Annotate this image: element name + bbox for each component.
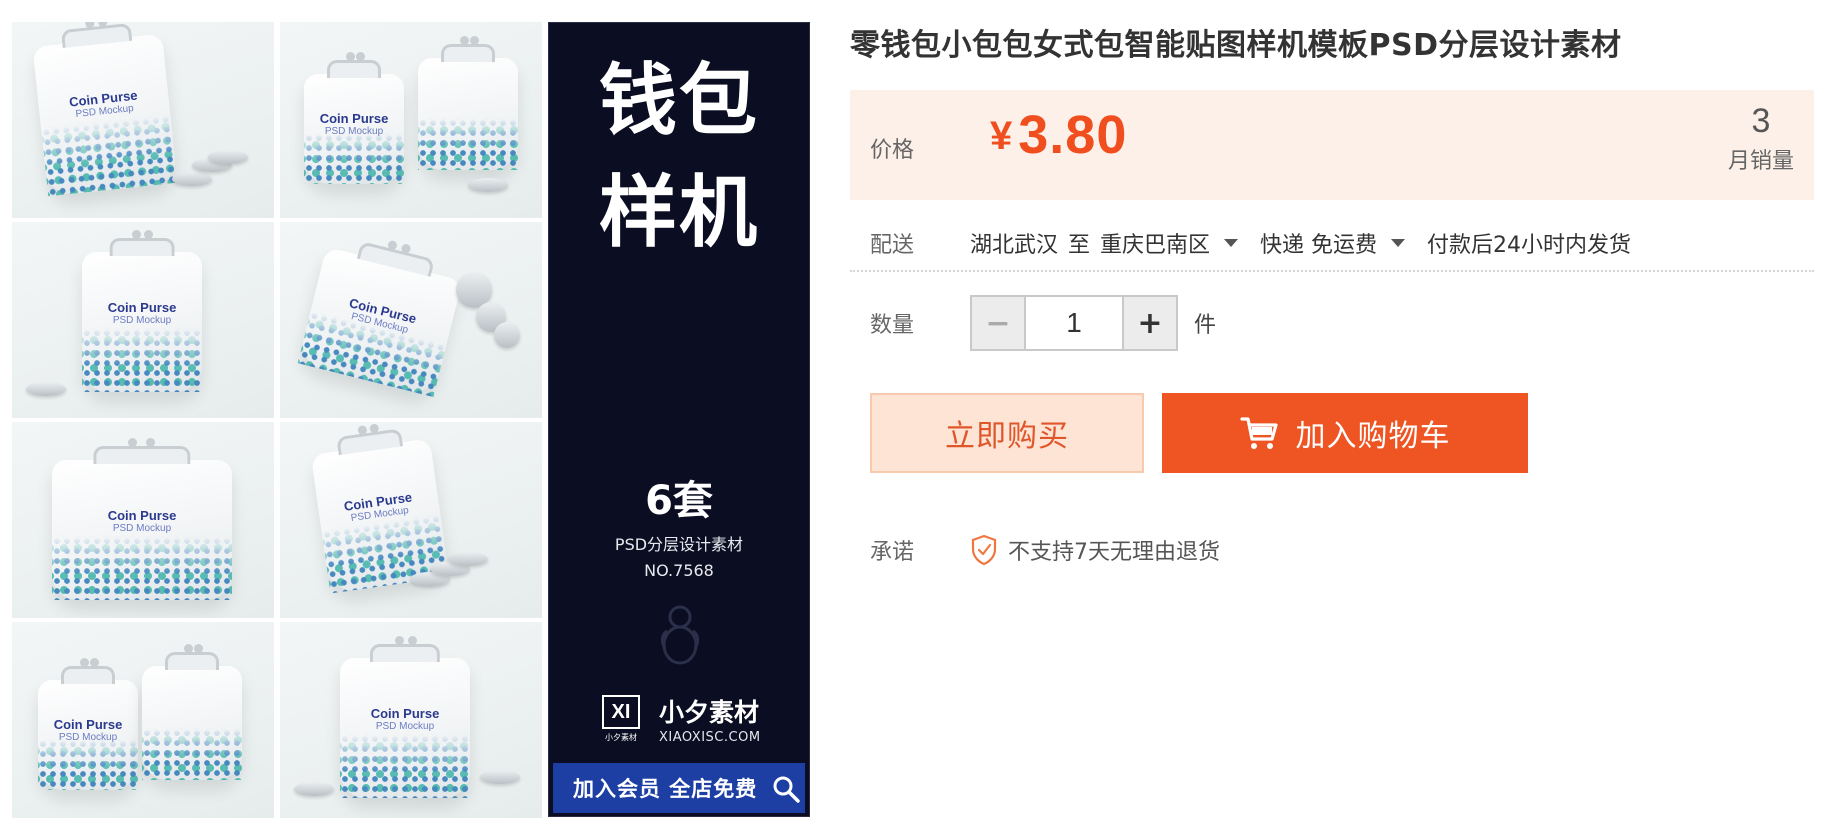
promo-banner[interactable]: 钱包 样机 6套 PSD分层设计素材 NO.7568 XI 小夕素材 小夕素材 … — [548, 22, 810, 817]
thumb-label: Coin Purse — [107, 299, 177, 315]
ship-to-word: 至 — [1068, 233, 1091, 258]
add-to-cart-label: 加入购物车 — [1295, 419, 1451, 454]
banner-sets: 6套 — [645, 478, 713, 524]
thumb-sublabel: PSD Mockup — [58, 732, 118, 744]
price-value: ¥3.80 — [990, 104, 1127, 166]
thumb-sublabel: PSD Mockup — [324, 126, 384, 138]
thumb-label: Coin Purse — [370, 705, 440, 721]
monthly-sales-label: 月销量 — [1727, 149, 1794, 174]
shipping-method-value: 快递 免运费 — [1260, 233, 1378, 258]
thumbnail-7[interactable]: Coin Purse PSD Mockup — [12, 622, 274, 818]
brand-name: 小夕素材 — [659, 697, 760, 727]
brand-block: XI 小夕素材 小夕素材 XIAOXISC.COM — [599, 695, 761, 747]
thumbnail-5[interactable]: Coin Purse PSD Mockup — [12, 422, 274, 618]
promise-label: 承诺 — [870, 540, 915, 565]
shield-check-icon — [971, 534, 997, 566]
thumb-label: Coin Purse — [107, 507, 177, 523]
banner-subtitle: PSD分层设计素材 — [614, 535, 744, 554]
decrease-button[interactable]: − — [972, 297, 1026, 349]
thumb-label: Coin Purse — [319, 111, 389, 127]
banner-code: NO.7568 — [644, 561, 714, 580]
add-to-cart-button[interactable]: 加入购物车 — [1162, 393, 1528, 473]
currency-symbol: ¥ — [990, 114, 1013, 158]
price-label: 价格 — [870, 138, 915, 163]
quantity-unit: 件 — [1194, 313, 1217, 338]
mascot-icon — [660, 605, 700, 665]
monthly-sales-count: 3 — [1751, 102, 1771, 140]
banner-headline: 钱包 样机 — [598, 56, 759, 258]
price-amount: 3.80 — [1018, 105, 1128, 165]
magnifier-icon[interactable] — [771, 774, 801, 804]
price-panel: 价格 ¥3.80 3 月销量 — [850, 90, 1814, 200]
promise-row: 承诺 不支持7天无理由退货 — [850, 525, 1814, 575]
dispatch-time: 付款后24小时内发货 — [1427, 233, 1632, 258]
thumbnail-3[interactable]: Coin Purse PSD Mockup — [12, 222, 274, 418]
quantity-stepper: − 1 + — [970, 295, 1178, 351]
brand-logo: XI 小夕素材 — [599, 695, 643, 747]
increase-button[interactable]: + — [1122, 297, 1176, 349]
thumbnail-2[interactable]: Coin Purse PSD Mockup — [280, 22, 542, 218]
thumb-sublabel: PSD Mockup — [112, 314, 172, 326]
quantity-label: 数量 — [870, 313, 915, 338]
brand-url: XIAOXISC.COM — [659, 729, 761, 745]
join-member-bar[interactable]: 加入会员 全店免费 — [553, 763, 805, 813]
thumbnail-1[interactable]: Coin Purse PSD Mockup — [12, 22, 274, 218]
product-gallery: Coin Purse PSD Mockup Coin Purse PSD Mocku… — [12, 22, 810, 818]
destination-value: 重庆巴南区 — [1100, 233, 1211, 258]
promise-text: 不支持7天无理由退货 — [1008, 540, 1220, 565]
action-buttons: 立即购买 加入购物车 — [870, 393, 1528, 473]
thumbnail-8[interactable]: Coin Purse PSD Mockup — [280, 622, 542, 818]
shipping-method-dropdown[interactable]: 快递 免运费 — [1260, 227, 1427, 259]
product-title: 零钱包小包包女式包智能贴图样机模板PSD分层设计素材 — [850, 28, 1622, 63]
quantity-input[interactable]: 1 — [1026, 297, 1122, 349]
shipping-row: 配送 湖北武汉 至 重庆巴南区 快递 免运费 付款后24小时内发货 — [850, 216, 1814, 272]
shipping-label: 配送 — [870, 233, 915, 258]
thumb-sublabel: PSD Mockup — [112, 522, 172, 534]
destination-dropdown[interactable]: 重庆巴南区 — [1100, 227, 1260, 259]
thumbnail-6[interactable]: Coin Purse PSD Mockup — [280, 422, 542, 618]
cart-icon — [1239, 417, 1278, 449]
thumb-label: Coin Purse — [53, 717, 123, 733]
monthly-sales: 3 月销量 — [1728, 102, 1794, 175]
thumbnail-grid: Coin Purse PSD Mockup Coin Purse PSD Mocku… — [12, 22, 542, 818]
ship-from: 湖北武汉 — [970, 233, 1059, 258]
chevron-down-icon — [1391, 239, 1406, 247]
thumb-sublabel: PSD Mockup — [375, 720, 435, 732]
chevron-down-icon — [1224, 239, 1239, 247]
thumbnail-4[interactable]: Coin Purse PSD Mockup — [280, 222, 542, 418]
quantity-row: 数量 − 1 + 件 — [850, 295, 1814, 351]
buy-now-button[interactable]: 立即购买 — [870, 393, 1144, 473]
